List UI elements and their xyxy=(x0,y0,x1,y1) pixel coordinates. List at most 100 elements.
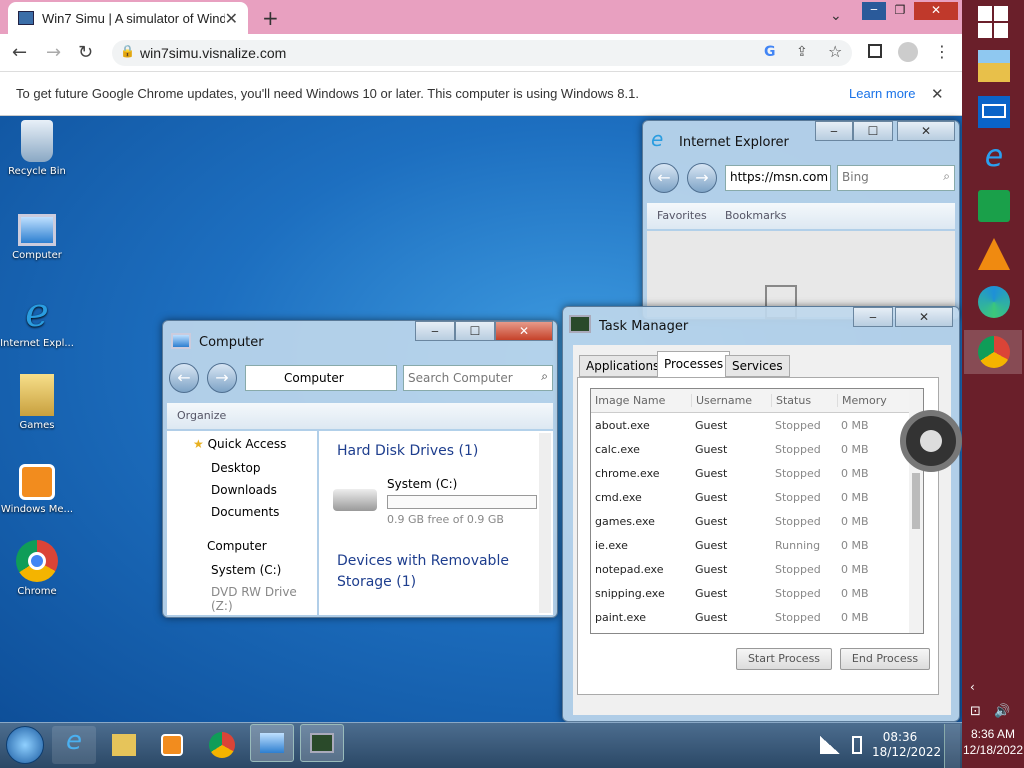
taskbar-clock[interactable]: 08:36 18/12/2022 xyxy=(872,730,941,760)
back-icon[interactable]: ← xyxy=(12,42,27,63)
taskbar-computer-icon[interactable] xyxy=(250,724,294,762)
col-image-name[interactable]: Image Name xyxy=(591,394,691,407)
ie-minimize-button[interactable]: ‒ xyxy=(815,121,853,141)
explorer-back-button[interactable]: ← xyxy=(169,363,199,393)
table-row[interactable]: ie.exe Guest Running 0 MB xyxy=(591,533,923,557)
desktop-icon-chrome[interactable]: Chrome xyxy=(0,540,74,597)
tm-close-button[interactable]: ✕ xyxy=(895,307,953,327)
task-manager-window[interactable]: Task Manager ‒ ✕ Applications Processes … xyxy=(562,306,960,722)
windows-start-icon[interactable] xyxy=(978,6,1010,38)
ie-back-button[interactable]: ← xyxy=(649,163,679,193)
volume-icon[interactable]: 🔊 xyxy=(994,704,1010,719)
mail-icon[interactable] xyxy=(978,96,1010,128)
host-ie-icon[interactable]: e xyxy=(978,142,1010,174)
nav-downloads[interactable]: Downloads xyxy=(211,483,277,497)
ie-forward-button[interactable]: → xyxy=(687,163,717,193)
table-row[interactable]: cmd.exe Guest Stopped 0 MB xyxy=(591,485,923,509)
close-tab-icon[interactable]: ✕ xyxy=(225,9,238,28)
removable-group-header[interactable]: Devices with Removable Storage (1) xyxy=(337,551,509,593)
vlc-icon[interactable] xyxy=(978,238,1010,270)
address-bar[interactable]: 🔒 win7simu.visnalize.com xyxy=(112,40,852,66)
taskbar-media-icon[interactable] xyxy=(150,726,194,764)
tab-services[interactable]: Services xyxy=(725,355,790,377)
tab-search-icon[interactable]: ⌄ xyxy=(830,8,842,24)
table-header: Image Name Username Status Memory xyxy=(591,389,923,413)
start-process-button[interactable]: Start Process xyxy=(736,648,832,670)
show-desktop-button[interactable] xyxy=(944,724,960,768)
side-panel-icon[interactable] xyxy=(868,44,882,58)
desktop-icon-ie[interactable]: e Internet Expl... xyxy=(0,292,74,349)
ie-window[interactable]: e Internet Explorer ‒ ☐ ✕ ← → https://ms… xyxy=(642,120,960,320)
reload-icon[interactable]: ↻ xyxy=(78,42,93,63)
ie-maximize-button[interactable]: ☐ xyxy=(853,121,893,141)
nav-desktop[interactable]: Desktop xyxy=(211,461,261,475)
desktop-icon-games[interactable]: Games xyxy=(0,374,74,431)
start-button[interactable] xyxy=(6,726,44,764)
bookmarks-link[interactable]: Bookmarks xyxy=(725,209,786,222)
desktop-icon-computer[interactable]: Computer xyxy=(0,214,74,261)
learn-more-link[interactable]: Learn more xyxy=(849,86,915,101)
table-row[interactable]: snipping.exe Guest Stopped 0 MB xyxy=(591,581,923,605)
table-row[interactable]: chrome.exe Guest Stopped 0 MB xyxy=(591,461,923,485)
drive-c-item[interactable]: System (C:) 0.9 GB free of 0.9 GB xyxy=(327,475,549,531)
host-clock[interactable]: 8:36 AM 12/18/2022 xyxy=(962,726,1024,758)
table-row[interactable]: calc.exe Guest Stopped 0 MB xyxy=(591,437,923,461)
ie-close-button[interactable]: ✕ xyxy=(897,121,955,141)
favorites-link[interactable]: Favorites xyxy=(657,209,707,222)
browser-tab[interactable]: Win7 Simu | A simulator of Wind ✕ xyxy=(8,2,248,34)
tab-applications[interactable]: Applications xyxy=(579,355,667,377)
organize-button[interactable]: Organize xyxy=(177,409,226,422)
desktop-icon-recycle-bin[interactable]: Recycle Bin xyxy=(0,120,74,177)
tray-overflow-icon[interactable]: ‹ xyxy=(970,680,975,694)
end-process-button[interactable]: End Process xyxy=(840,648,930,670)
edge-icon[interactable] xyxy=(978,286,1010,318)
table-row[interactable]: player.exeGuestStopped0 MB xyxy=(591,629,923,633)
explorer-forward-button[interactable]: → xyxy=(207,363,237,393)
new-tab-button[interactable]: + xyxy=(262,6,279,30)
tab-processes[interactable]: Processes xyxy=(657,351,731,377)
col-username[interactable]: Username xyxy=(691,394,771,407)
explorer-minimize-button[interactable]: ‒ xyxy=(415,321,455,341)
table-row[interactable]: paint.exe Guest Stopped 0 MB xyxy=(591,605,923,629)
google-icon[interactable]: G xyxy=(764,44,776,60)
restore-browser-button[interactable]: ❐ xyxy=(888,2,912,20)
profile-avatar-icon[interactable] xyxy=(898,42,918,62)
nav-computer[interactable]: Computer xyxy=(207,539,267,553)
table-row[interactable]: notepad.exe Guest Stopped 0 MB xyxy=(591,557,923,581)
taskbar-chrome-icon[interactable] xyxy=(200,726,244,764)
host-chrome-item[interactable] xyxy=(964,330,1022,374)
bookmark-star-icon[interactable]: ☆ xyxy=(828,42,842,61)
ie-address-input[interactable]: https://msn.com xyxy=(725,165,831,191)
col-memory[interactable]: Memory xyxy=(837,394,897,407)
explorer-address-input[interactable]: Computer xyxy=(245,365,397,391)
forward-icon[interactable]: → xyxy=(46,42,61,63)
menu-dots-icon[interactable]: ⋮ xyxy=(934,42,950,61)
close-infobar-icon[interactable]: ✕ xyxy=(931,85,944,103)
file-explorer-icon[interactable] xyxy=(978,50,1010,82)
table-row[interactable]: games.exe Guest Stopped 0 MB xyxy=(591,509,923,533)
hdd-group-header[interactable]: Hard Disk Drives (1) xyxy=(337,443,478,459)
process-list: Image Name Username Status Memory about.… xyxy=(577,377,939,695)
minimize-browser-button[interactable]: ‒ xyxy=(862,2,886,20)
recycle-bin-icon xyxy=(21,120,53,162)
explorer-window[interactable]: Computer ‒ ☐ ✕ ← → Computer Search Compu… xyxy=(162,320,558,618)
col-status[interactable]: Status xyxy=(771,394,837,407)
close-browser-button[interactable]: ✕ xyxy=(914,2,958,20)
desktop-icon-media-player[interactable]: Windows Me... xyxy=(0,464,74,515)
tm-minimize-button[interactable]: ‒ xyxy=(853,307,893,327)
nav-quick-access[interactable]: ★ Quick Access xyxy=(193,437,286,451)
nav-documents[interactable]: Documents xyxy=(211,505,279,519)
taskbar-taskmgr-icon[interactable] xyxy=(300,724,344,762)
taskbar-ie-icon[interactable]: e xyxy=(52,726,96,764)
nav-dvd-drive[interactable]: DVD RW Drive (Z:) xyxy=(211,585,317,613)
store-icon[interactable] xyxy=(978,190,1010,222)
content-scrollbar[interactable] xyxy=(539,433,551,613)
explorer-search-input[interactable]: Search Computer ⌕ xyxy=(403,365,553,391)
explorer-maximize-button[interactable]: ☐ xyxy=(455,321,495,341)
table-row[interactable]: about.exe Guest Stopped 0 MB xyxy=(591,413,923,437)
nav-system-c[interactable]: System (C:) xyxy=(211,563,281,577)
explorer-close-button[interactable]: ✕ xyxy=(495,321,553,341)
ie-search-input[interactable]: Bing ⌕ xyxy=(837,165,955,191)
taskbar-explorer-icon[interactable] xyxy=(102,726,146,764)
share-icon[interactable]: ⇪ xyxy=(796,44,808,60)
